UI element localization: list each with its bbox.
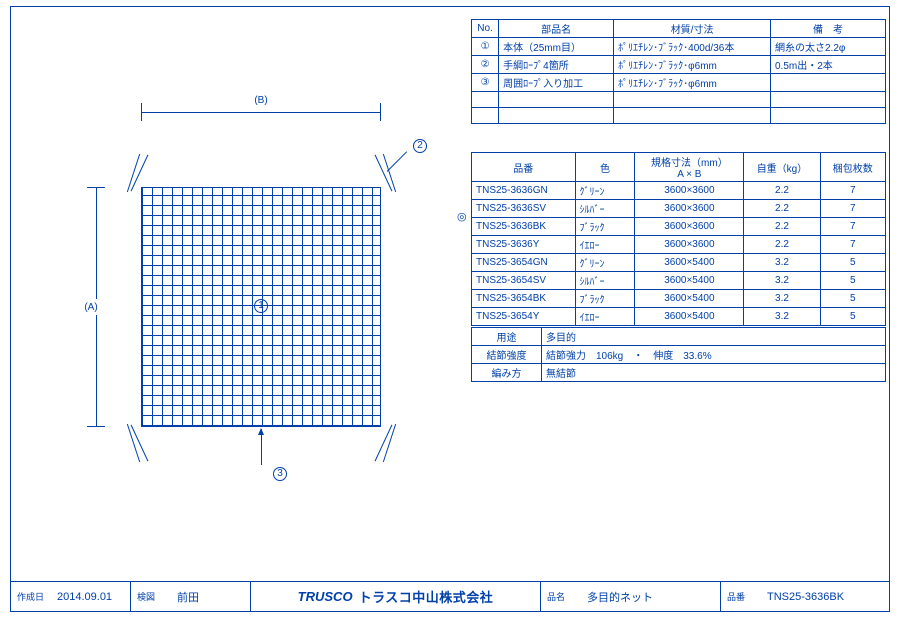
drawing-area: (B) (A) 1 2 3	[61, 67, 421, 467]
spec-table: 品番色規格寸法（mm）A × B自重（kg）梱包枚数 TNS25-3636GNｸ…	[471, 152, 886, 326]
check-value: 前田	[171, 589, 199, 605]
table-row	[472, 92, 886, 108]
table-row: TNS25-3654GNｸﾞﾘｰﾝ3600×54003.25	[472, 254, 886, 272]
date-value: 2014.09.01	[51, 591, 112, 603]
table-row: TNS25-3654Yｲｴﾛｰ3600×54003.25	[472, 308, 886, 326]
selection-mark-icon: ◎	[457, 210, 467, 223]
dimension-b: (B)	[141, 97, 381, 127]
product-name-value: 多目的ネット	[581, 589, 653, 605]
table-row: TNS25-3636GNｸﾞﾘｰﾝ3600×36002.27	[472, 182, 886, 200]
table-row: ①本体（25mm目）ﾎﾟﾘｴﾁﾚﾝ･ﾌﾞﾗｯｸ･400d/36本網糸の太さ2.2…	[472, 38, 886, 56]
parts-table: No.部品名材質/寸法備 考 ①本体（25mm目）ﾎﾟﾘｴﾁﾚﾝ･ﾌﾞﾗｯｸ･4…	[471, 19, 886, 124]
parts-table-header: 備 考	[770, 20, 885, 38]
spec-table-header: 品番	[472, 153, 576, 182]
product-name-label: 品名	[547, 590, 581, 603]
table-row: TNS25-3636SVｼﾙﾊﾞｰ3600×36002.27	[472, 200, 886, 218]
spec-table-header: 色	[575, 153, 635, 182]
drawing-frame: (B) (A) 1 2 3 No.部品名材質/寸法備 考 ①本体（25mm目）ﾎ…	[10, 6, 890, 612]
spec-table-header: 規格寸法（mm）A × B	[635, 153, 744, 182]
dimension-a: (A)	[81, 187, 111, 427]
table-row: ③周囲ﾛｰﾌﾟ入り加工ﾎﾟﾘｴﾁﾚﾝ･ﾌﾞﾗｯｸ･φ6mm	[472, 74, 886, 92]
table-row: ②手綱ﾛｰﾌﾟ4箇所ﾎﾟﾘｴﾁﾚﾝ･ﾌﾞﾗｯｸ･φ6mm0.5m出・2本	[472, 56, 886, 74]
table-row: TNS25-3636BKﾌﾞﾗｯｸ3600×36002.27	[472, 218, 886, 236]
part-number-label: 品番	[727, 590, 761, 603]
info-table: 用途多目的結節強度結節強力 106kg ・ 伸度 33.6%編み方無結節	[471, 327, 886, 382]
dimension-a-label: (A)	[76, 299, 106, 315]
table-row: 結節強度結節強力 106kg ・ 伸度 33.6%	[472, 346, 886, 364]
table-row: TNS25-3654BKﾌﾞﾗｯｸ3600×54003.25	[472, 290, 886, 308]
title-block: 作成日 2014.09.01 検図 前田 TRUSCO トラスコ中山株式会社 品…	[11, 581, 889, 611]
table-row: 用途多目的	[472, 328, 886, 346]
table-row: TNS25-3636Yｲｴﾛｰ3600×36002.27	[472, 236, 886, 254]
parts-table-header: 部品名	[499, 20, 614, 38]
check-label: 検図	[137, 590, 171, 603]
spec-table-header: 自重（kg）	[744, 153, 820, 182]
parts-table-header: No.	[472, 20, 499, 38]
brand-logo: TRUSCO	[298, 589, 353, 604]
part-number-value: TNS25-3636BK	[761, 591, 844, 603]
spec-table-header: 梱包枚数	[820, 153, 885, 182]
callout-1: 1	[254, 299, 268, 313]
company-name: トラスコ中山株式会社	[359, 587, 494, 606]
parts-table-header: 材質/寸法	[614, 20, 771, 38]
table-row: 編み方無結節	[472, 364, 886, 382]
table-row: TNS25-3654SVｼﾙﾊﾞｰ3600×54003.25	[472, 272, 886, 290]
callout-3: 3	[273, 467, 287, 481]
callout-2: 2	[413, 139, 427, 153]
dimension-b-label: (B)	[246, 95, 276, 106]
table-row	[472, 108, 886, 124]
date-label: 作成日	[17, 590, 51, 603]
